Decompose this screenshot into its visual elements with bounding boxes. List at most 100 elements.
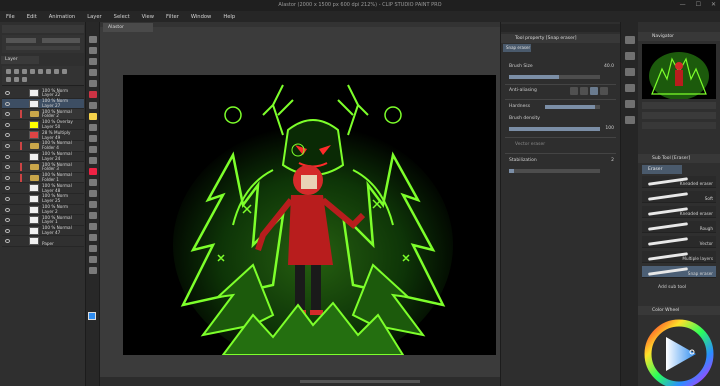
layer-row[interactable]: 100 % Norm Layer 25 xyxy=(2,194,84,205)
visibility-eye-icon[interactable] xyxy=(5,175,10,180)
merge-layer-icon[interactable] xyxy=(38,69,43,74)
figure-tool-icon[interactable] xyxy=(89,212,97,219)
menu-file[interactable]: File xyxy=(6,14,15,20)
visibility-eye-icon[interactable] xyxy=(5,165,10,170)
layer-row[interactable]: 100 % Normal Layer 47 xyxy=(2,225,84,237)
visibility-eye-icon[interactable] xyxy=(5,133,10,138)
history-icon[interactable] xyxy=(625,116,635,124)
layer-folder-row[interactable]: 100 % Normal Folder 3 xyxy=(2,162,84,173)
move-tool-icon[interactable] xyxy=(89,47,97,54)
zoom-tool-icon[interactable] xyxy=(89,36,97,43)
subtool-item[interactable]: Soft xyxy=(642,191,716,203)
subtool-icon[interactable] xyxy=(625,52,635,60)
copy-layer-icon[interactable] xyxy=(30,69,35,74)
correct-line-tool-icon[interactable] xyxy=(89,267,97,274)
navigator-preview[interactable] xyxy=(642,44,716,99)
stabilization-slider[interactable] xyxy=(505,166,616,177)
eraser-tool-icon[interactable] xyxy=(89,168,97,175)
brush-size-slider[interactable] xyxy=(505,72,616,83)
visibility-eye-icon[interactable] xyxy=(5,218,10,223)
airbrush-tool-icon[interactable] xyxy=(89,146,97,153)
layer-row[interactable]: 28 % Multiply Layer 49 xyxy=(2,130,84,141)
layer-row[interactable]: Paper xyxy=(2,236,84,247)
material-icon[interactable] xyxy=(625,100,635,108)
tab-document[interactable]: Alastor xyxy=(103,23,153,32)
layer-row[interactable]: 100 % Overlay Layer 50 xyxy=(2,119,84,131)
subtool-item[interactable]: Snap eraser xyxy=(642,266,716,278)
visibility-eye-icon[interactable] xyxy=(5,101,10,106)
subtool-item[interactable]: Rough xyxy=(642,221,716,233)
move-layer-tool-icon[interactable] xyxy=(89,69,97,76)
layer-row[interactable]: 100 % Norm Layer 22 xyxy=(2,88,84,99)
pencil-tool-icon[interactable] xyxy=(89,124,97,131)
navigator-controls[interactable] xyxy=(642,122,716,129)
opacity-slider[interactable] xyxy=(42,38,80,43)
blend-mode-select[interactable] xyxy=(6,38,36,43)
blend-tool-icon[interactable] xyxy=(89,179,97,186)
layer-property-icon[interactable] xyxy=(625,84,635,92)
menu-view[interactable]: View xyxy=(142,14,154,20)
layer-row[interactable]: 100 % Norm Layer 2 xyxy=(2,204,84,216)
menu-animation[interactable]: Animation xyxy=(49,14,75,20)
layer-row[interactable]: 100 % Normal Layer 24 xyxy=(2,151,84,163)
layer-folder-row[interactable]: 100 % Normal Folder 4 xyxy=(2,141,84,152)
layer-row[interactable]: 100 % Normal Layer 1 xyxy=(2,215,84,226)
visibility-eye-icon[interactable] xyxy=(5,143,10,148)
horizontal-scrollbar[interactable] xyxy=(300,380,420,383)
stabilization-value[interactable]: 2 xyxy=(611,158,614,163)
navigator-rotate-bar[interactable] xyxy=(642,112,716,119)
menu-filter[interactable]: Filter xyxy=(166,14,179,20)
brush-size-value[interactable]: 40.0 xyxy=(604,64,614,69)
visibility-eye-icon[interactable] xyxy=(5,239,10,244)
layer-row[interactable]: 100 % Norm Layer 27 xyxy=(2,98,84,110)
hardness-row[interactable]: Hardness xyxy=(505,102,616,113)
subtool-item[interactable]: Multiple layers xyxy=(642,251,716,263)
ruler-tool-icon[interactable] xyxy=(89,234,97,241)
subtool-item[interactable]: Kneaded eraser xyxy=(642,206,716,218)
lock-icon[interactable] xyxy=(6,77,11,82)
eyedropper-tool-icon[interactable] xyxy=(89,102,97,109)
subtool-item[interactable]: Vector xyxy=(642,236,716,248)
visibility-eye-icon[interactable] xyxy=(5,91,10,95)
reference-icon[interactable] xyxy=(22,77,27,82)
drawing-canvas[interactable] xyxy=(123,75,496,355)
mask-icon[interactable] xyxy=(46,69,51,74)
close-button[interactable]: ✕ xyxy=(711,1,716,8)
vector-eraser-row[interactable]: Vector eraser xyxy=(505,140,616,151)
menu-edit[interactable]: Edit xyxy=(27,14,37,20)
new-layer-icon[interactable] xyxy=(6,69,11,74)
menu-help[interactable]: Help xyxy=(223,14,235,20)
tab-eraser[interactable]: Eraser xyxy=(642,165,682,174)
gradient-tool-icon[interactable] xyxy=(89,201,97,208)
menu-window[interactable]: Window xyxy=(191,14,211,20)
operation-tool-icon[interactable] xyxy=(89,58,97,65)
maximize-button[interactable]: ☐ xyxy=(696,1,701,8)
color-wheel[interactable] xyxy=(644,319,714,386)
minimize-button[interactable]: — xyxy=(680,1,686,8)
visibility-eye-icon[interactable] xyxy=(5,196,10,201)
layer-folder-row[interactable]: 100 % Normal Folder 1 xyxy=(2,172,84,184)
auto-select-tool-icon[interactable] xyxy=(89,91,97,98)
visibility-eye-icon[interactable] xyxy=(5,186,10,191)
new-vector-layer-icon[interactable] xyxy=(14,69,19,74)
clip-icon[interactable] xyxy=(14,77,19,82)
ruler-icon[interactable] xyxy=(54,69,59,74)
new-folder-icon[interactable] xyxy=(22,69,27,74)
add-subtool-button[interactable]: Add sub tool xyxy=(658,285,686,290)
decoration-tool-icon[interactable] xyxy=(89,157,97,164)
trash-icon[interactable] xyxy=(62,69,67,74)
visibility-eye-icon[interactable] xyxy=(5,207,10,212)
navigator-zoom-bar[interactable] xyxy=(642,102,716,109)
aa-weak-button[interactable] xyxy=(580,87,588,95)
layer-options-row[interactable] xyxy=(6,46,80,50)
visibility-eye-icon[interactable] xyxy=(5,154,10,159)
text-tool-icon[interactable] xyxy=(89,245,97,252)
aa-none-button[interactable] xyxy=(570,87,578,95)
layer-row[interactable]: 100 % Normal Layer 48 xyxy=(2,183,84,194)
main-color-swatch[interactable] xyxy=(88,312,96,320)
aa-medium-button[interactable] xyxy=(590,87,598,95)
balloon-tool-icon[interactable] xyxy=(89,256,97,263)
menu-layer[interactable]: Layer xyxy=(87,14,101,20)
brush-icon[interactable] xyxy=(625,68,635,76)
pen-tool-icon[interactable] xyxy=(89,113,97,120)
